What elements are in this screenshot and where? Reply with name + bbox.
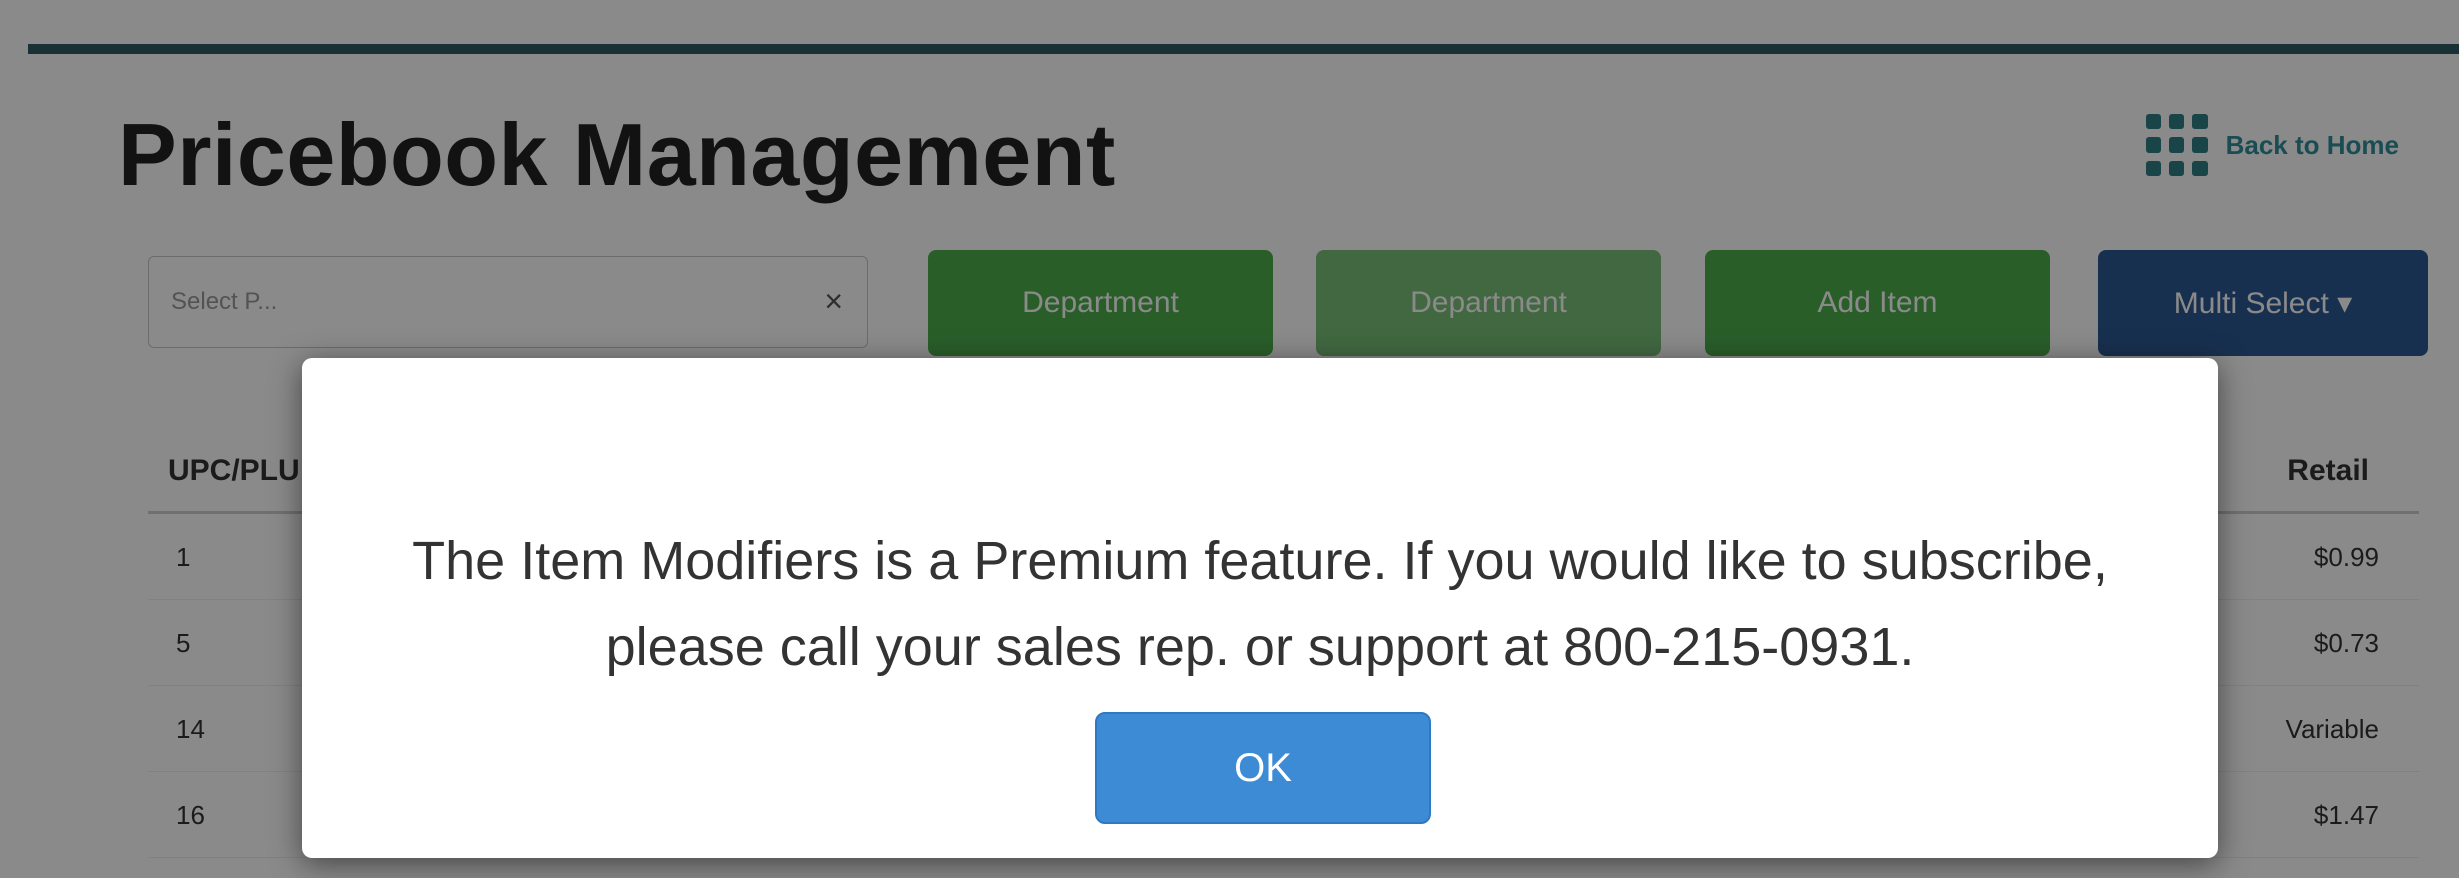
dialog-message-line: please call your sales rep. or support a… bbox=[605, 617, 1915, 677]
dialog-message-line: The Item Modifiers is a Premium feature.… bbox=[412, 531, 2108, 591]
ok-button[interactable]: OK bbox=[1095, 712, 1431, 824]
premium-feature-dialog: The Item Modifiers is a Premium feature.… bbox=[302, 358, 2218, 858]
dialog-message: The Item Modifiers is a Premium feature.… bbox=[362, 518, 2158, 690]
